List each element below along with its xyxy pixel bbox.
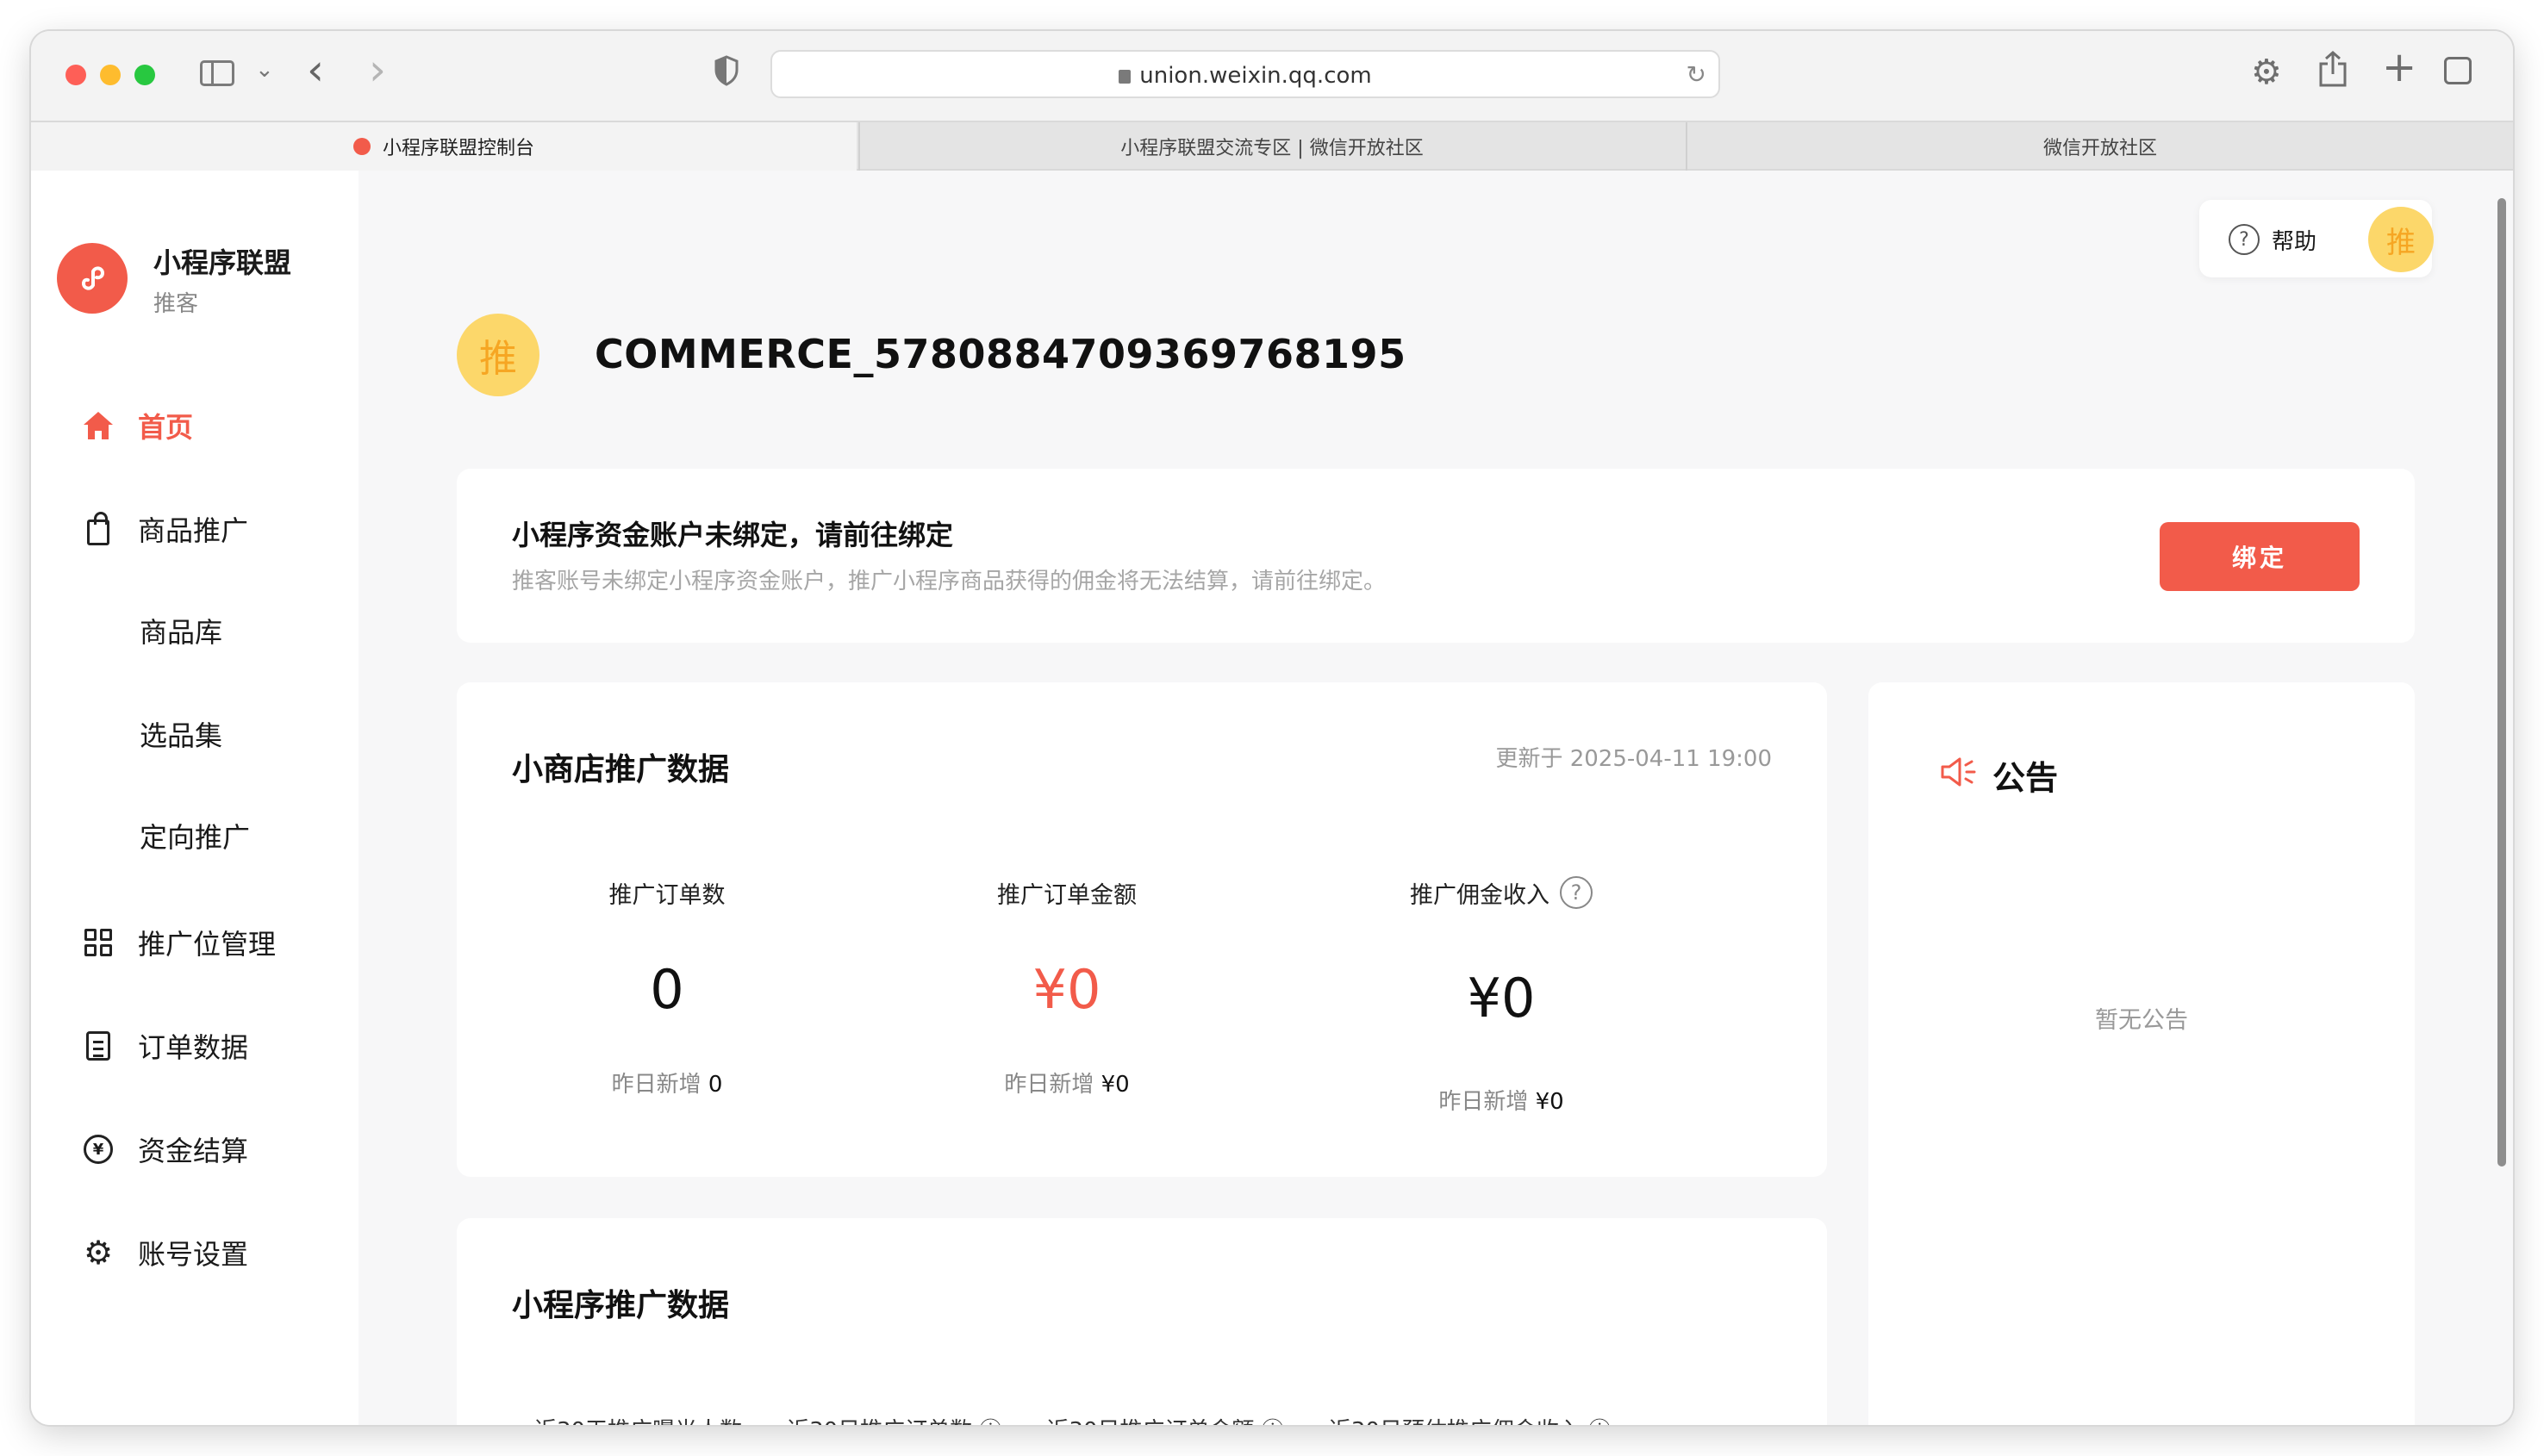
sidebar-item-label: 商品推广: [138, 514, 249, 547]
brand-role: 推客: [153, 291, 199, 317]
user-name: COMMERCE_5780884709369768195: [595, 331, 1406, 377]
announcement-card: 公告 暂无公告: [1868, 682, 2415, 1425]
tab-union-community[interactable]: 小程序联盟交流专区 | 微信开放社区: [858, 122, 1684, 171]
sidebar-item-selection-set[interactable]: 选品集: [31, 708, 359, 760]
page-content: 小程序联盟 推客 首页 商品推广 商品库 选品集 定向推广 推广位管理 订单数据…: [31, 171, 2513, 1425]
sidebar-toggle-icon[interactable]: [200, 60, 234, 86]
miniprogram-stats-title: 小程序推广数据: [512, 1288, 730, 1323]
chevron-down-icon[interactable]: ⌄: [255, 57, 274, 83]
announcement-empty: 暂无公告: [2095, 1007, 2188, 1034]
sidebar-item-label: 首页: [138, 411, 194, 444]
bind-button[interactable]: 绑定: [2160, 522, 2360, 591]
stat-value: ¥0: [1032, 958, 1101, 1021]
bag-icon: [81, 512, 115, 546]
bind-notice-title: 小程序资金账户未绑定，请前往绑定: [512, 519, 954, 551]
privacy-shield-icon[interactable]: [714, 55, 739, 86]
settings-icon[interactable]: ⚙: [2251, 53, 2282, 91]
new-tab-icon[interactable]: +: [2382, 47, 2416, 88]
url-text: union.weixin.qq.com: [772, 63, 1718, 89]
sidebar-item-order-data[interactable]: 订单数据: [31, 1020, 359, 1072]
tab-union-console[interactable]: 小程序联盟控制台: [31, 122, 857, 171]
gear-icon: ⚙: [83, 1234, 114, 1272]
sidebar-item-goods-library[interactable]: 商品库: [31, 605, 359, 656]
lock-icon: [1119, 70, 1132, 84]
help-link[interactable]: 帮助: [2272, 224, 2316, 256]
sidebar-item-label: 选品集: [140, 719, 223, 752]
back-button[interactable]: ‹: [307, 48, 324, 91]
sidebar-item-label: 商品库: [140, 616, 223, 649]
sidebar-item-account-settings[interactable]: ⚙ 账号设置: [31, 1227, 359, 1279]
home-icon: [81, 408, 115, 443]
yen-coin-icon: ¥: [81, 1132, 115, 1167]
browser-window: ⌄ ‹ › union.weixin.qq.com ↻ ⚙ + 小程序联盟控制台…: [31, 31, 2513, 1425]
tab-strip: 小程序联盟控制台 小程序联盟交流专区 | 微信开放社区 微信开放社区: [31, 121, 2513, 171]
brand-logo-icon: [57, 243, 128, 314]
stat-value: 0: [650, 958, 684, 1021]
stat-label: 推广佣金收入?: [1320, 875, 1682, 910]
sidebar-item-label: 定向推广: [140, 821, 251, 854]
brand-name: 小程序联盟: [153, 246, 292, 279]
page-scrollbar[interactable]: [2497, 198, 2506, 1167]
header-avatar[interactable]: 推: [2368, 207, 2434, 272]
sidebar-item-label: 推广位管理: [138, 928, 277, 961]
miniprogram-stats-columns: 近30天推广曝光人数 近30日推广订单数 ⓘ 近30日推广订单金额 ⓘ 近30日…: [534, 1413, 1611, 1425]
sidebar-item-targeted-promotion[interactable]: 定向推广: [31, 810, 359, 862]
browser-toolbar: ⌄ ‹ › union.weixin.qq.com ↻ ⚙ +: [31, 31, 2513, 121]
share-icon[interactable]: [2318, 50, 2348, 88]
grid-icon: [81, 925, 115, 960]
stat-label: 推广订单金额: [997, 881, 1137, 909]
stat-label: 推广订单数: [608, 881, 726, 909]
stat-yesterday: 昨日新增 ¥0: [1438, 1089, 1564, 1115]
header-help-bar: ? 帮助 推: [2199, 200, 2434, 277]
miniprogram-stats-card: 小程序推广数据 近30天推广曝光人数 近30日推广订单数 ⓘ 近30日推广订单金…: [457, 1218, 1827, 1425]
close-window-button[interactable]: [65, 65, 86, 85]
bind-account-card: 小程序资金账户未绑定，请前往绑定 推客账号未绑定小程序资金账户，推广小程序商品获…: [457, 469, 2415, 643]
user-avatar: 推: [457, 314, 539, 396]
reload-icon[interactable]: ↻: [1687, 60, 1706, 89]
shop-stats-card: 小商店推广数据 更新于 2025-04-11 19:00 推广订单数 0 昨日新…: [457, 682, 1827, 1177]
shop-stats-updated: 更新于 2025-04-11 19:00: [1495, 746, 1772, 772]
sidebar-item-goods-promotion[interactable]: 商品推广: [31, 503, 359, 555]
miniprogram-favicon-icon: [352, 138, 371, 155]
tab-open-community[interactable]: 微信开放社区: [1686, 122, 2513, 171]
stat-yesterday: 昨日新增 ¥0: [1004, 1072, 1130, 1098]
stat-order-amount: 推广订单金额 ¥0 昨日新增 ¥0: [886, 875, 1248, 1098]
tab-overview-icon[interactable]: [2444, 53, 2472, 84]
sidebar-item-label: 账号设置: [138, 1238, 249, 1271]
shop-stats-title: 小商店推广数据: [512, 752, 730, 787]
address-bar[interactable]: union.weixin.qq.com ↻: [770, 50, 1720, 98]
minimize-window-button[interactable]: [100, 65, 121, 85]
stat-commission-income: 推广佣金收入? ¥0 昨日新增 ¥0: [1320, 875, 1682, 1116]
sidebar-item-home[interactable]: 首页: [31, 400, 359, 451]
sidebar-item-fund-settlement[interactable]: ¥ 资金结算: [31, 1123, 359, 1175]
zoom-window-button[interactable]: [134, 65, 155, 85]
announcement-title: 公告: [1992, 759, 2059, 797]
help-question-icon[interactable]: ?: [1560, 876, 1593, 909]
main-content: ? 帮助 推 推 COMMERCE_5780884709369768195 小程…: [359, 171, 2496, 1425]
megaphone-icon: [1941, 757, 1976, 787]
stat-value: ¥0: [1467, 967, 1536, 1030]
help-question-icon[interactable]: ?: [2229, 224, 2260, 255]
sidebar-item-promotion-slots[interactable]: 推广位管理: [31, 917, 359, 968]
bind-notice-desc: 推客账号未绑定小程序资金账户，推广小程序商品获得的佣金将无法结算，请前往绑定。: [512, 569, 1387, 594]
clipboard-icon: [81, 1029, 115, 1063]
sidebar: 小程序联盟 推客 首页 商品推广 商品库 选品集 定向推广 推广位管理 订单数据…: [31, 171, 359, 1425]
stat-yesterday: 昨日新增 0: [611, 1072, 723, 1098]
forward-button[interactable]: ›: [369, 48, 386, 91]
sidebar-item-label: 订单数据: [138, 1031, 249, 1064]
stat-order-count: 推广订单数 0 昨日新增 0: [486, 875, 848, 1098]
sidebar-item-label: 资金结算: [138, 1135, 249, 1167]
